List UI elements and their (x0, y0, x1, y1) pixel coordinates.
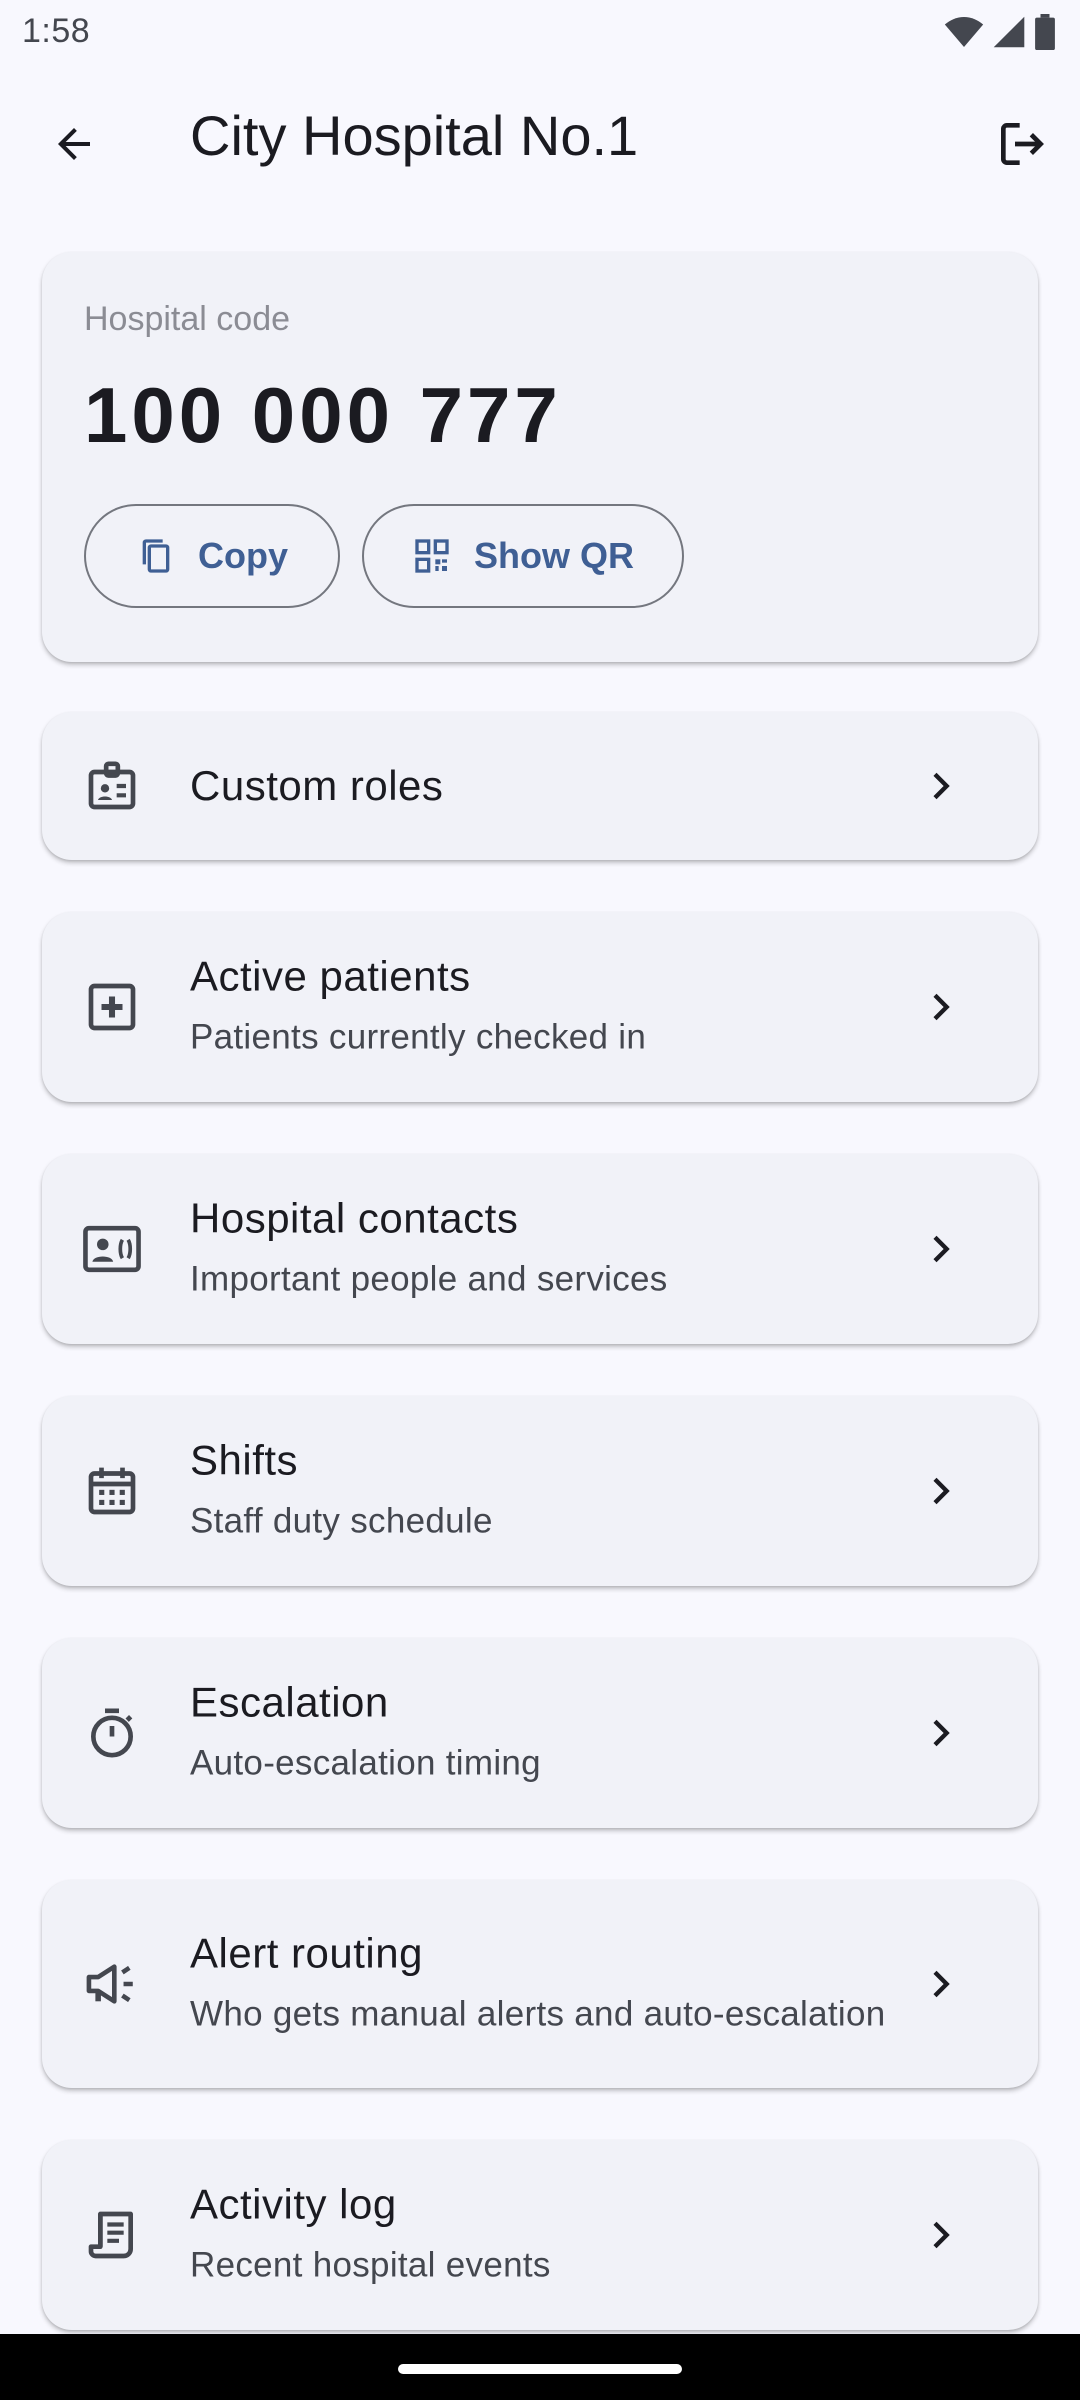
menu-item-texts: Hospital contacts Important people and s… (190, 1193, 890, 1306)
hospital-code-card: Hospital code 100 000 777 Copy Show QR (42, 252, 1038, 662)
menu-item-texts: Escalation Auto-escalation timing (190, 1677, 890, 1790)
menu-item-title: Alert routing (190, 1929, 423, 1977)
menu-item-shifts[interactable]: Shifts Staff duty schedule (42, 1396, 1038, 1586)
menu-item-texts: Active patients Patients currently check… (190, 951, 890, 1064)
menu-item-title: Shifts (190, 1436, 299, 1484)
battery-icon (1035, 14, 1055, 50)
menu-item-alert-routing[interactable]: Alert routing Who gets manual alerts and… (42, 1880, 1038, 2088)
chevron-right-icon (920, 1964, 960, 2004)
show-qr-button[interactable]: Show QR (362, 504, 684, 608)
menu-item-subtitle: Important people and services (190, 1259, 668, 1298)
chevron-right-icon (920, 2215, 960, 2255)
home-gesture-handle[interactable] (398, 2364, 682, 2374)
menu-item-title: Escalation (190, 1678, 389, 1726)
menu-item-title: Custom roles (190, 761, 444, 809)
menu-item-texts: Activity log Recent hospital events (190, 2179, 890, 2292)
signal-icon (993, 16, 1025, 48)
medical-plus-icon (82, 977, 142, 1037)
chevron-right-icon (920, 1229, 960, 1269)
menu-item-title: Hospital contacts (190, 1194, 519, 1242)
menu-item-active-patients[interactable]: Active patients Patients currently check… (42, 912, 1038, 1102)
chevron-right-icon (920, 1713, 960, 1753)
copy-icon (142, 539, 170, 573)
copy-label: Copy (198, 535, 288, 576)
back-button[interactable] (34, 104, 114, 184)
badge-icon (82, 756, 142, 816)
copy-button[interactable]: Copy (84, 504, 340, 608)
qr-code-icon (415, 539, 449, 573)
page-title: City Hospital No.1 (190, 104, 639, 167)
wifi-icon (944, 17, 984, 47)
menu-item-subtitle: Auto-escalation timing (190, 1743, 541, 1782)
status-icons (944, 14, 1056, 50)
receipt-log-icon (82, 2205, 142, 2265)
chevron-right-icon (920, 987, 960, 1027)
show-qr-label: Show QR (474, 535, 634, 576)
menu-item-subtitle: Who gets manual alerts and auto-escalati… (190, 1994, 886, 2033)
menu-item-texts: Alert routing Who gets manual alerts and… (190, 1928, 890, 2041)
menu-item-activity-log[interactable]: Activity log Recent hospital events (42, 2140, 1038, 2330)
menu-item-custom-roles[interactable]: Custom roles (42, 712, 1038, 860)
chevron-right-icon (920, 1471, 960, 1511)
menu-item-subtitle: Patients currently checked in (190, 1017, 647, 1056)
calendar-icon (82, 1461, 142, 1521)
menu-item-texts: Shifts Staff duty schedule (190, 1435, 890, 1548)
status-time: 1:58 (22, 12, 91, 50)
logout-icon (1001, 123, 1044, 165)
status-bar: 1:58 (0, 0, 1080, 64)
chevron-right-icon (920, 766, 960, 806)
menu-item-subtitle: Recent hospital events (190, 2245, 551, 2284)
contact-card-icon (82, 1219, 142, 1279)
menu-item-texts: Custom roles (190, 760, 890, 813)
arrow-back-icon (58, 128, 90, 160)
menu-item-hospital-contacts[interactable]: Hospital contacts Important people and s… (42, 1154, 1038, 1344)
campaign-icon (82, 1954, 142, 2014)
hospital-code-label: Hospital code (84, 300, 291, 338)
menu-item-subtitle: Staff duty schedule (190, 1501, 493, 1540)
menu-item-title: Activity log (190, 2180, 397, 2228)
menu-item-title: Active patients (190, 952, 471, 1000)
timer-icon (82, 1703, 142, 1763)
menu-item-escalation[interactable]: Escalation Auto-escalation timing (42, 1638, 1038, 1828)
app-bar: City Hospital No.1 (0, 64, 1080, 208)
logout-button[interactable] (982, 104, 1062, 184)
system-navigation-bar (0, 2334, 1080, 2400)
hospital-code-value: 100 000 777 (84, 371, 562, 459)
